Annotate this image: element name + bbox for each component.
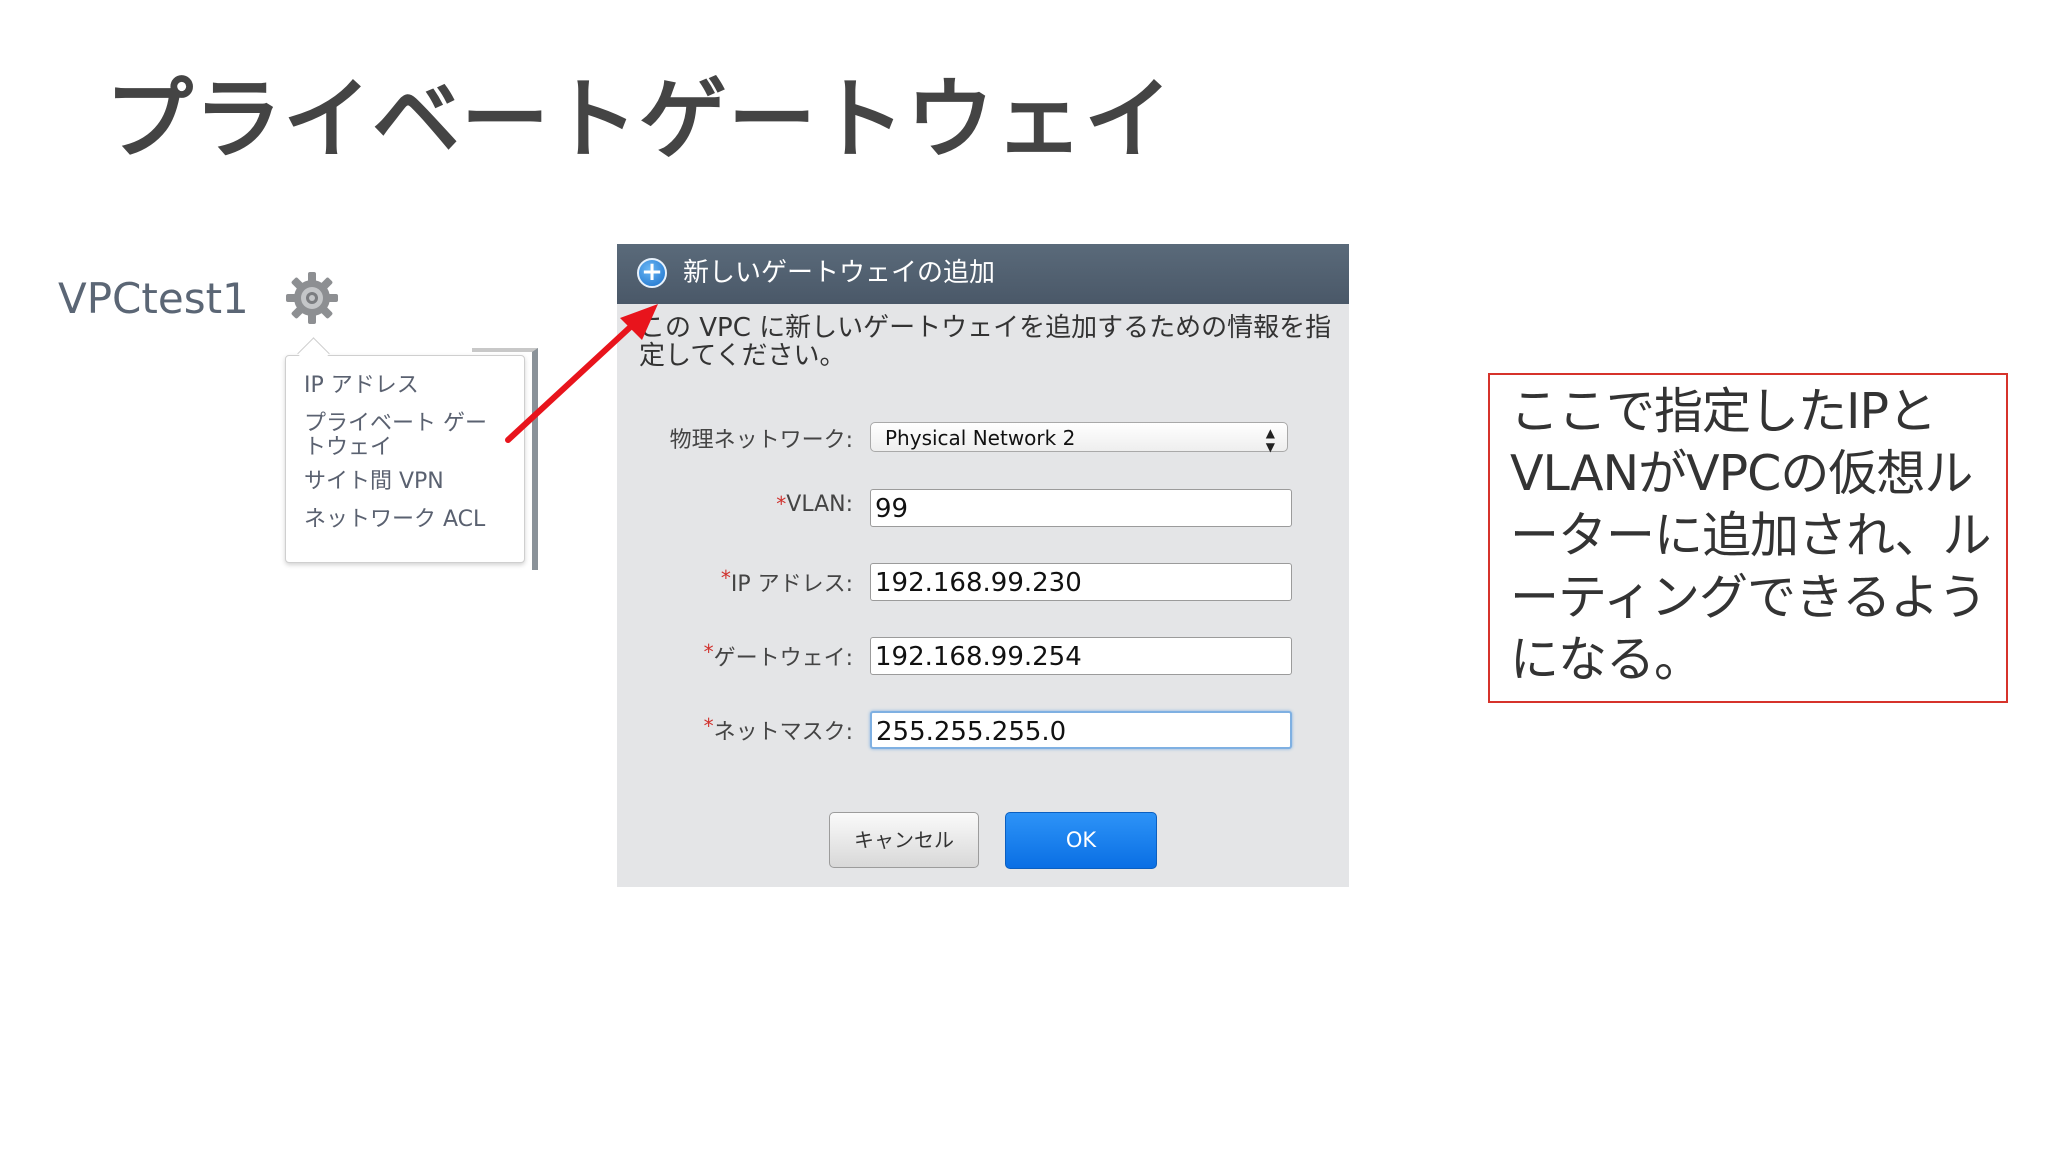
dialog-titlebar: + 新しいゲートウェイの追加	[617, 244, 1349, 304]
select-arrows-icon: ▲ ▼	[1265, 426, 1275, 454]
menu-item-ip-address[interactable]: IP アドレス	[304, 374, 419, 398]
required-mark: *	[720, 566, 731, 590]
physical-network-value: Physical Network 2	[885, 426, 1076, 450]
gear-icon[interactable]	[284, 270, 340, 326]
required-mark: *	[703, 714, 714, 738]
ip-address-input[interactable]: 192.168.99.230	[870, 563, 1292, 601]
gateway-label: *ゲートウェイ:	[703, 640, 853, 671]
note-box: ここで指定したIPとVLANがVPCの仮想ルーターに追加され、ルーティングできる…	[1488, 373, 2008, 703]
netmask-label: *ネットマスク:	[703, 714, 853, 745]
slide-title: プライベートゲートウェイ	[105, 68, 1174, 171]
menu-item-network-acl[interactable]: ネットワーク ACL	[304, 508, 485, 532]
required-mark: *	[776, 492, 787, 516]
dialog-description: この VPC に新しいゲートウェイを追加するための情報を指定してください。	[639, 313, 1332, 371]
netmask-input[interactable]: 255.255.255.0	[870, 711, 1292, 749]
red-arrow-annotation	[505, 304, 658, 443]
required-mark: *	[703, 640, 714, 664]
vpc-actions-menu: IP アドレス プライベート ゲートウェイ サイト間 VPN ネットワーク AC…	[285, 355, 525, 563]
gateway-input[interactable]: 192.168.99.254	[870, 637, 1292, 675]
menu-item-site-to-site-vpn[interactable]: サイト間 VPN	[304, 470, 444, 494]
vpc-name: VPCtest1	[58, 274, 249, 323]
add-gateway-dialog: + 新しいゲートウェイの追加 この VPC に新しいゲートウェイを追加するための…	[617, 244, 1349, 887]
vlan-input[interactable]: 99	[870, 489, 1292, 527]
cancel-button[interactable]: キャンセル	[829, 812, 979, 868]
physical-network-label: 物理ネットワーク:	[669, 428, 853, 453]
note-text: ここで指定したIPとVLANがVPCの仮想ルーターに追加され、ルーティングできる…	[1510, 383, 1992, 688]
menu-item-private-gateway[interactable]: プライベート ゲートウェイ	[304, 412, 504, 460]
vlan-label: *VLAN:	[776, 492, 853, 517]
dialog-title: 新しいゲートウェイの追加	[683, 258, 996, 288]
physical-network-select[interactable]: Physical Network 2 ▲ ▼	[870, 422, 1288, 454]
ip-address-label: *IP アドレス:	[720, 566, 853, 597]
ok-button[interactable]: OK	[1005, 812, 1157, 869]
plus-circle-icon: +	[637, 258, 667, 288]
